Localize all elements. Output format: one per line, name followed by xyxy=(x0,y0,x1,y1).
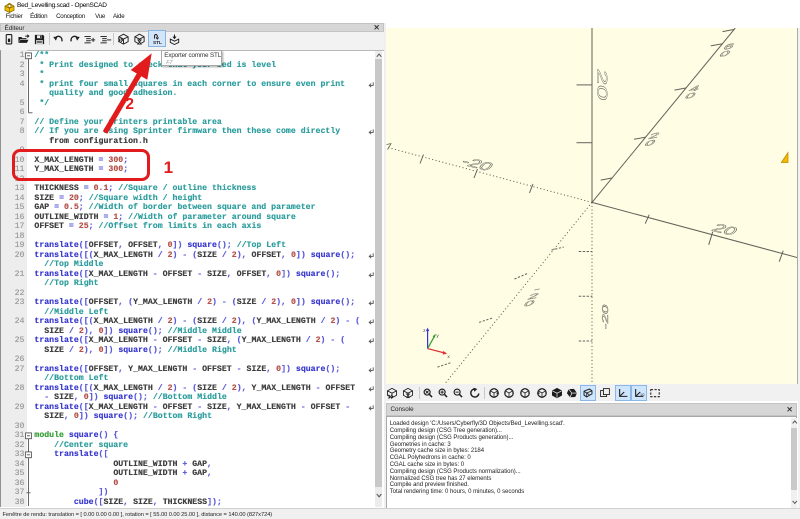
svg-text:0: 0 xyxy=(682,90,697,100)
svg-text:20: 20 xyxy=(594,67,610,102)
svg-text:x: x xyxy=(447,355,450,360)
svg-text:y: y xyxy=(436,334,439,339)
svg-text:0: 0 xyxy=(717,48,732,58)
svg-text:z: z xyxy=(423,329,426,334)
svg-text:10: 10 xyxy=(640,392,644,397)
svg-text:-20: -20 xyxy=(457,155,496,174)
svg-text:-20: -20 xyxy=(600,303,609,330)
svg-text:0: 0 xyxy=(642,138,657,148)
svg-text:0: 0 xyxy=(521,298,536,308)
